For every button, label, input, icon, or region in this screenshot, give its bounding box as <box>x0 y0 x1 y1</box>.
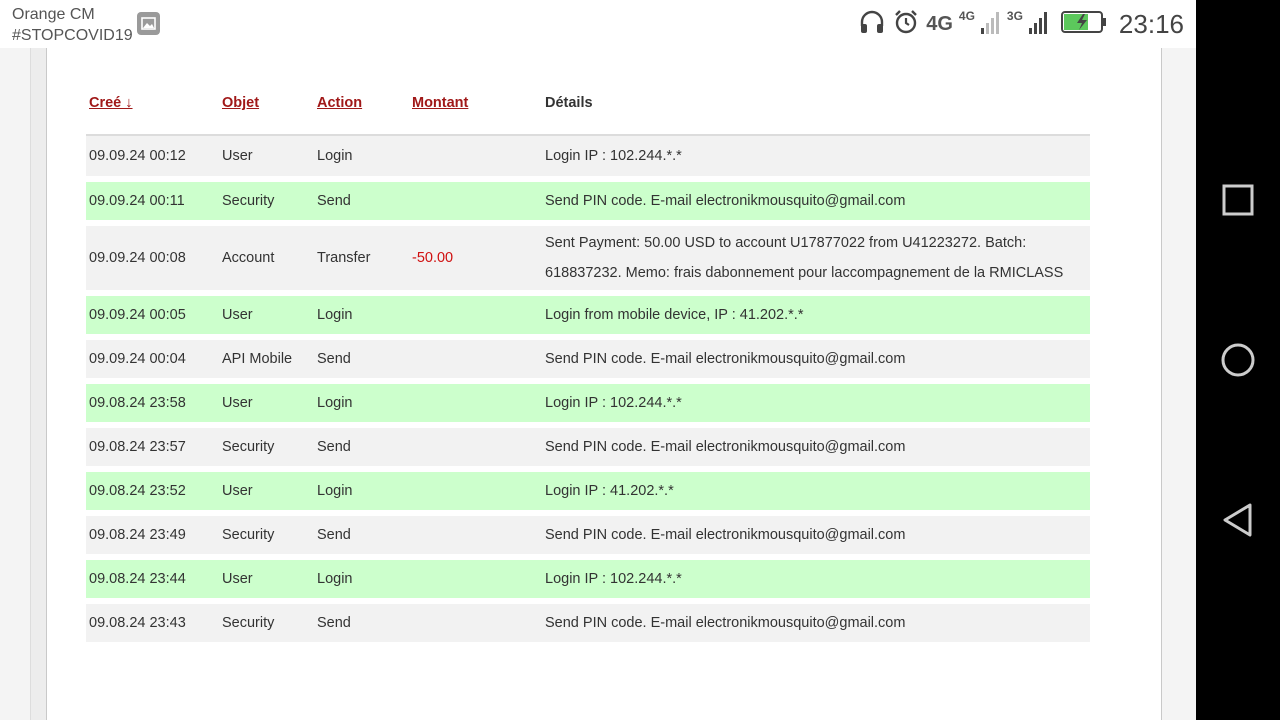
cell-object: Account <box>219 223 314 296</box>
cell-action: Send <box>314 179 409 226</box>
col-amount-header[interactable]: Montant <box>409 72 542 136</box>
navigation-bar <box>1196 0 1280 720</box>
cell-object: Security <box>219 425 314 472</box>
table-row: 09.09.24 00:12 User Login Login IP : 102.24… <box>86 135 1090 182</box>
cell-object: Security <box>219 601 314 648</box>
table-row: 09.08.24 23:57 Security Send Send PIN code.… <box>86 425 1090 472</box>
cell-amount: -50.00 <box>409 223 542 296</box>
cell-object: User <box>219 135 314 182</box>
cell-action: Transfer <box>314 223 409 296</box>
cell-amount <box>409 337 542 384</box>
cell-amount <box>409 135 542 182</box>
table-row: 09.08.24 23:49 Security Send Send PIN code.… <box>86 513 1090 560</box>
cell-details: Login IP : 102.244.*.* <box>542 557 1090 604</box>
table-row: 09.08.24 23:52 User Login Login IP : 41.202… <box>86 469 1090 516</box>
cell-amount <box>409 381 542 428</box>
cell-details: Send PIN code. E-mail electronikmousquit… <box>542 337 1090 384</box>
network-3g-label: 3G <box>1006 9 1023 23</box>
sort-action-link[interactable]: Action <box>317 95 362 111</box>
cell-created: 09.08.24 23:43 <box>86 601 219 648</box>
cell-details: Send PIN code. E-mail electronikmousquit… <box>542 179 1090 226</box>
col-details-header: Détails <box>542 72 1090 136</box>
cell-object: Security <box>219 179 314 226</box>
cell-object: User <box>219 557 314 604</box>
gallery-icon <box>137 12 160 35</box>
battery-charging-icon <box>1060 10 1107 39</box>
col-object-header[interactable]: Objet <box>219 72 314 136</box>
cell-created: 09.08.24 23:49 <box>86 513 219 560</box>
cell-amount <box>409 293 542 340</box>
cell-created: 09.08.24 23:57 <box>86 425 219 472</box>
cell-object: User <box>219 469 314 516</box>
sort-created-link[interactable]: Creé ↓ <box>89 95 133 111</box>
cell-details: Send PIN code. E-mail electronikmousquit… <box>542 513 1090 560</box>
carrier-info: Orange CM #STOPCOVID19 <box>12 4 133 46</box>
cell-amount <box>409 179 542 226</box>
cell-action: Login <box>314 557 409 604</box>
cell-details: Sent Payment: 50.00 USD to account U1787… <box>542 223 1090 296</box>
home-icon[interactable] <box>1218 340 1258 380</box>
signal-icon <box>980 10 1001 39</box>
cell-created: 09.08.24 23:44 <box>86 557 219 604</box>
table-row: 09.09.24 00:05 User Login Login from mobile… <box>86 293 1090 340</box>
col-created-header[interactable]: Creé ↓ <box>86 72 219 136</box>
cell-details: Login IP : 41.202.*.* <box>542 469 1090 516</box>
table-row: 09.09.24 00:08 Account Transfer -50.00 Sent … <box>86 223 1090 296</box>
cell-action: Send <box>314 513 409 560</box>
table-row: 09.08.24 23:58 User Login Login IP : 102.24… <box>86 381 1090 428</box>
table-body: 09.09.24 00:12 User Login Login IP : 102.24… <box>86 135 1090 648</box>
headphones-icon <box>858 8 886 41</box>
cell-details: Login IP : 102.244.*.* <box>542 135 1090 182</box>
alarm-icon <box>892 8 920 41</box>
cell-amount <box>409 557 542 604</box>
history-table: Creé ↓ Objet Action Montant Détails 09.0… <box>86 72 1090 648</box>
cell-details: Login IP : 102.244.*.* <box>542 381 1090 428</box>
cell-amount <box>409 469 542 516</box>
network-4g-label: 4G <box>926 12 953 35</box>
recent-apps-icon[interactable] <box>1218 180 1258 220</box>
cell-action: Send <box>314 425 409 472</box>
table-header-row: Creé ↓ Objet Action Montant Détails <box>86 72 1090 136</box>
signal-icon-2 <box>1028 10 1049 39</box>
cell-created: 09.08.24 23:52 <box>86 469 219 516</box>
cell-amount <box>409 425 542 472</box>
cell-created: 09.09.24 00:12 <box>86 135 219 182</box>
cell-object: API Mobile <box>219 337 314 384</box>
cell-created: 09.09.24 00:11 <box>86 179 219 226</box>
carrier-tagline: #STOPCOVID19 <box>12 27 133 44</box>
cell-action: Send <box>314 337 409 384</box>
cell-action: Login <box>314 469 409 516</box>
table-row: 09.09.24 00:04 API Mobile Send Send PIN cod… <box>86 337 1090 384</box>
cell-created: 09.09.24 00:08 <box>86 223 219 296</box>
cell-details: Send PIN code. E-mail electronikmousquit… <box>542 425 1090 472</box>
table-row: 09.08.24 23:44 User Login Login IP : 102.24… <box>86 557 1090 604</box>
left-rail <box>30 48 47 720</box>
status-clock: 23:16 <box>1118 8 1184 39</box>
cell-action: Login <box>314 293 409 340</box>
cell-action: Send <box>314 601 409 648</box>
status-bar: Orange CM #STOPCOVID19 4G 4G 3G 23:16 <box>0 0 1196 48</box>
network-4g-small-label: 4G <box>958 9 975 23</box>
table-row: 09.08.24 23:43 Security Send Send PIN code.… <box>86 601 1090 648</box>
cell-details: Login from mobile device, IP : 41.202.*.… <box>542 293 1090 340</box>
cell-object: Security <box>219 513 314 560</box>
table-row: 09.09.24 00:11 Security Send Send PIN code.… <box>86 179 1090 226</box>
cell-created: 09.09.24 00:04 <box>86 337 219 384</box>
cell-details: Send PIN code. E-mail electronikmousquit… <box>542 601 1090 648</box>
cell-action: Login <box>314 135 409 182</box>
cell-created: 09.08.24 23:58 <box>86 381 219 428</box>
cell-action: Login <box>314 381 409 428</box>
cell-object: User <box>219 293 314 340</box>
col-action-header[interactable]: Action <box>314 72 409 136</box>
status-icons: 4G 4G 3G 23:16 <box>858 0 1184 48</box>
cell-amount <box>409 513 542 560</box>
cell-amount <box>409 601 542 648</box>
sort-object-link[interactable]: Objet <box>222 95 259 111</box>
sort-amount-link[interactable]: Montant <box>412 95 468 111</box>
back-icon[interactable] <box>1218 500 1258 540</box>
carrier-name: Orange CM <box>12 6 95 23</box>
cell-created: 09.09.24 00:05 <box>86 293 219 340</box>
cell-object: User <box>219 381 314 428</box>
